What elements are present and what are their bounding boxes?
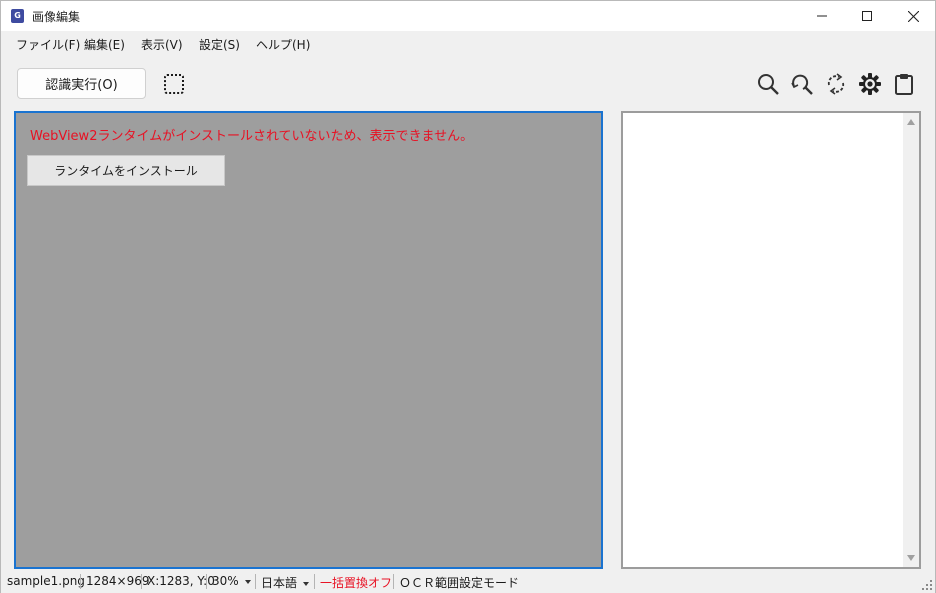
- minimize-icon: [817, 15, 827, 17]
- status-mode: ＯＣＲ範囲設定モード: [399, 576, 520, 590]
- replace-mode-toggle[interactable]: 一括置換オフ: [320, 574, 392, 591]
- select-region-icon[interactable]: [164, 74, 184, 94]
- search-icon[interactable]: [755, 71, 781, 97]
- menu-edit[interactable]: 編集(E): [84, 36, 125, 53]
- zoom-dropdown[interactable]: 30%: [212, 574, 251, 588]
- refresh-icon[interactable]: [823, 71, 849, 97]
- title-bar[interactable]: G 画像編集: [1, 1, 935, 31]
- close-button[interactable]: [890, 1, 936, 31]
- status-coords: X:1283, Y:0: [147, 574, 215, 588]
- status-separator: [255, 574, 256, 589]
- scroll-down-arrow-icon[interactable]: [907, 555, 915, 561]
- status-bar: sample1.png 1284×969 X:1283, Y:0 30% 日本語…: [1, 571, 935, 593]
- clipboard-icon[interactable]: [891, 71, 917, 97]
- webview-panel[interactable]: WebView2ランタイムがインストールされていないため、表示できません。 ラン…: [14, 111, 603, 569]
- status-separator: [314, 574, 315, 589]
- maximize-button[interactable]: [844, 1, 890, 31]
- menu-bar: ファイル(F) 編集(E) 表示(V) 設定(S) ヘルプ(H): [1, 31, 935, 55]
- zoom-value: 30%: [212, 574, 239, 588]
- language-value: 日本語: [261, 576, 298, 590]
- menu-help[interactable]: ヘルプ(H): [256, 36, 310, 53]
- chevron-down-icon: [303, 581, 310, 586]
- status-filename: sample1.png: [7, 574, 85, 588]
- menu-view[interactable]: 表示(V): [141, 36, 183, 53]
- resize-grip-icon[interactable]: [922, 580, 932, 590]
- status-dimensions: 1284×969: [86, 574, 150, 588]
- status-separator: [80, 574, 81, 589]
- menu-settings[interactable]: 設定(S): [199, 36, 240, 53]
- minimize-button[interactable]: [799, 1, 845, 31]
- maximize-icon: [862, 11, 872, 21]
- status-separator: [206, 574, 207, 589]
- app-window: G 画像編集 ファイル(F) 編集(E) 表示(V) 設定(S) ヘルプ(H) …: [0, 0, 936, 593]
- window-title: 画像編集: [32, 10, 81, 24]
- vertical-scrollbar[interactable]: [903, 113, 919, 567]
- language-dropdown[interactable]: 日本語: [261, 574, 310, 591]
- install-runtime-button[interactable]: ランタイムをインストール: [27, 155, 225, 186]
- app-icon: G: [11, 9, 24, 23]
- close-icon: [907, 10, 919, 22]
- gear-icon[interactable]: [857, 71, 883, 97]
- chevron-down-icon: [244, 579, 251, 584]
- search-replace-icon[interactable]: [789, 71, 815, 97]
- status-separator: [141, 574, 142, 589]
- ocr-text-area[interactable]: [621, 111, 921, 569]
- webview-error-message: WebView2ランタイムがインストールされていないため、表示できません。: [30, 129, 474, 144]
- ocr-run-button[interactable]: 認識実行(O): [17, 68, 146, 99]
- status-separator: [393, 574, 394, 589]
- scroll-up-arrow-icon[interactable]: [907, 119, 915, 125]
- menu-file[interactable]: ファイル(F): [16, 36, 80, 53]
